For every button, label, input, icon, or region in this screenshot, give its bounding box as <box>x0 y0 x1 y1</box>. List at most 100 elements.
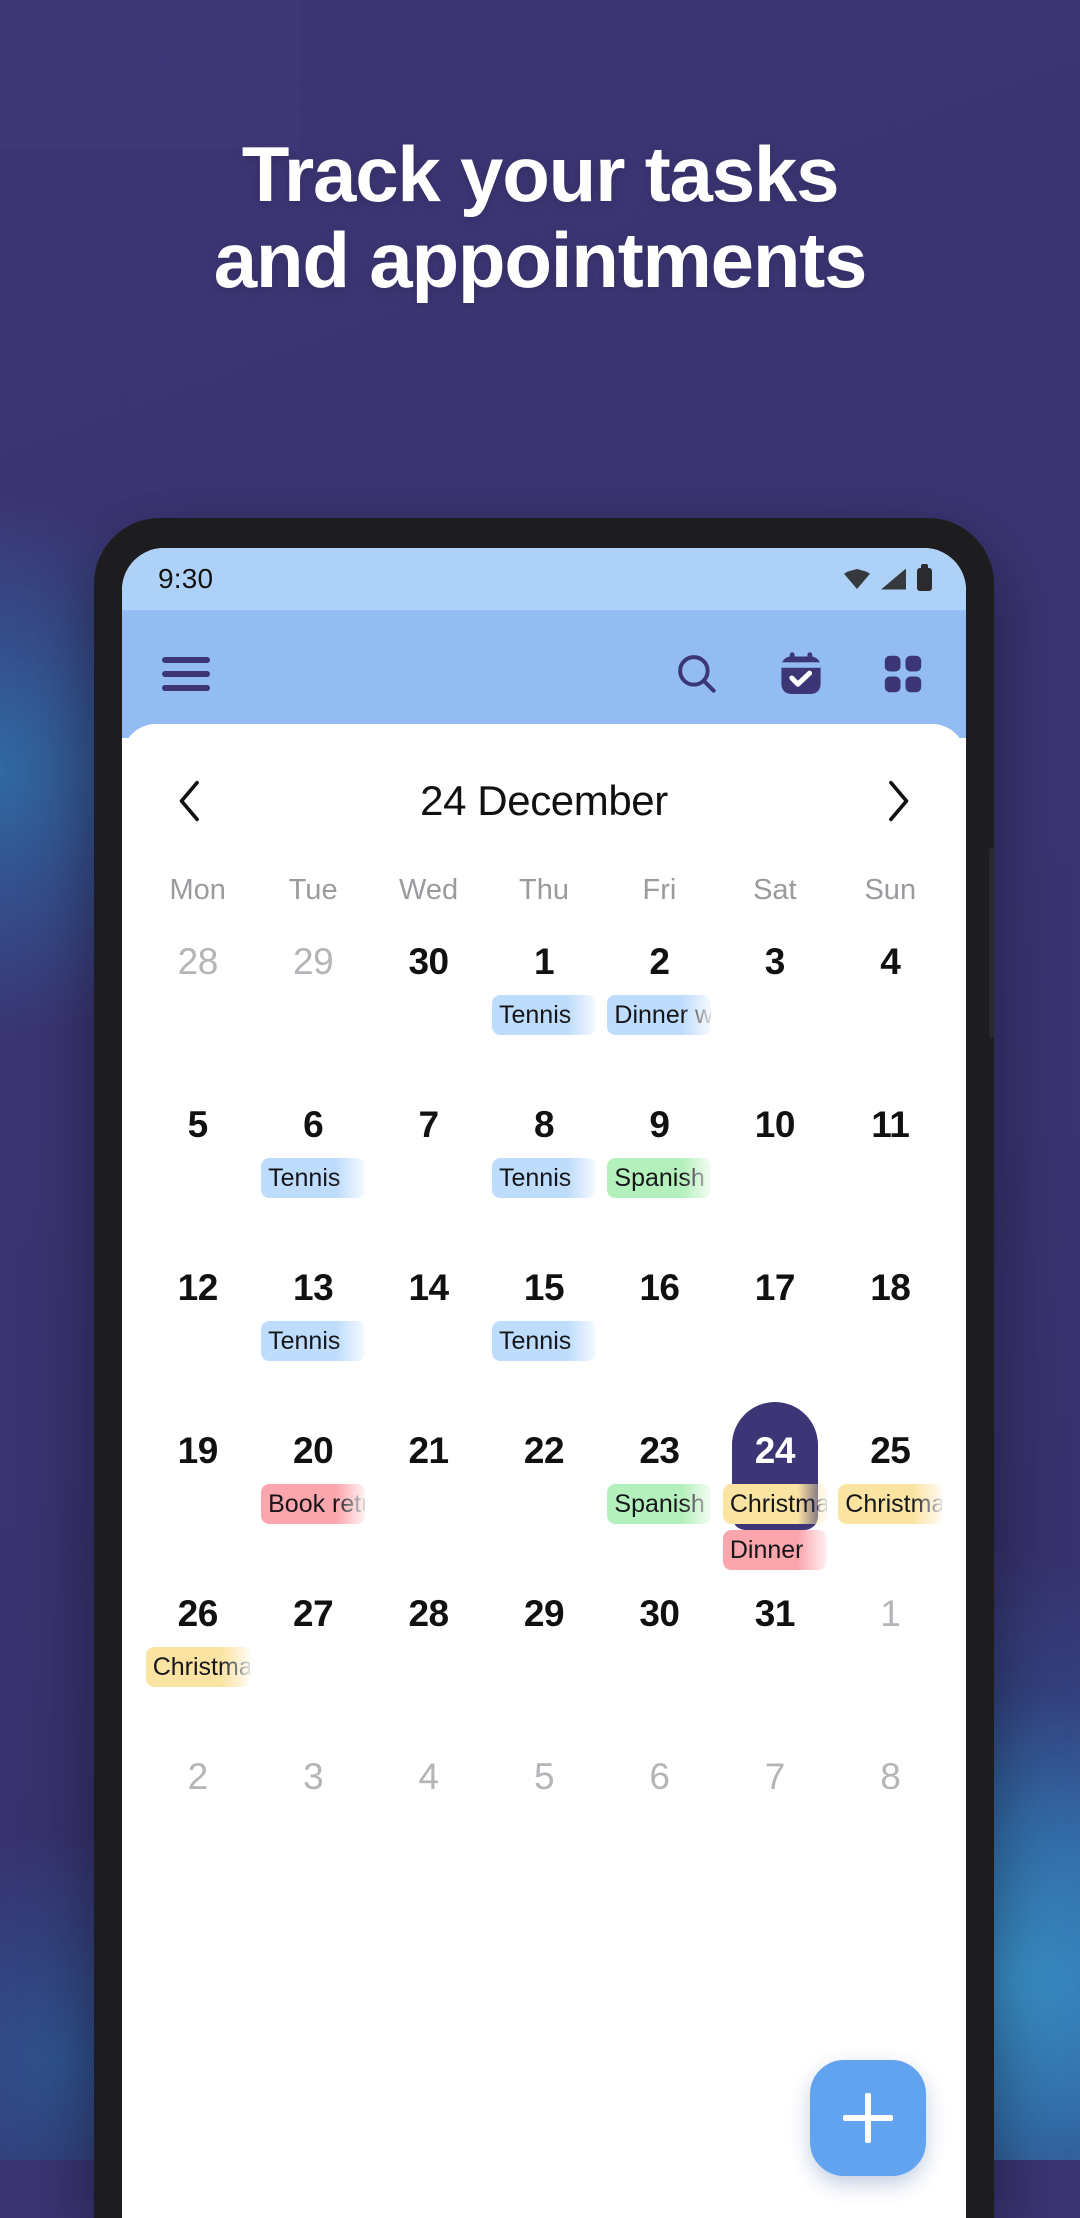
calendar-day-cell[interactable]: 23 Spanish <box>602 1412 717 1575</box>
calendar-day-cell[interactable]: 15 Tennis <box>486 1249 601 1412</box>
calendar-day-cell[interactable]: 1 Tennis <box>486 923 601 1086</box>
calendar-week-row: 26 Christmas 27 28 29 30 31 1 <box>140 1575 948 1738</box>
calendar-day-cell[interactable]: 5 <box>140 1086 255 1249</box>
calendar-day-cell[interactable]: 27 <box>255 1575 370 1738</box>
calendar-day-cell[interactable]: 9 Spanish <box>602 1086 717 1249</box>
calendar-day-cell[interactable]: 30 <box>602 1575 717 1738</box>
calendar-day-cell[interactable]: 30 <box>371 923 486 1086</box>
search-icon[interactable] <box>672 649 722 699</box>
calendar-day-cell[interactable]: 17 <box>717 1249 832 1412</box>
calendar-day-cell[interactable]: 3 <box>717 923 832 1086</box>
day-number: 17 <box>754 1267 796 1308</box>
weekday-label: Sat <box>753 874 797 906</box>
day-number: 9 <box>649 1104 670 1145</box>
calendar-day-cell[interactable]: 8 <box>833 1738 948 1901</box>
calendar-day-cell[interactable]: 29 <box>486 1575 601 1738</box>
day-number: 10 <box>754 1104 796 1145</box>
calendar-day-cell[interactable]: 5 <box>486 1738 601 1901</box>
day-number: 20 <box>293 1430 334 1471</box>
event-chip[interactable]: Spanish <box>607 1158 712 1198</box>
day-number: 2 <box>649 941 670 982</box>
battery-icon <box>917 563 932 591</box>
calendar-day-cell[interactable]: 7 <box>717 1738 832 1901</box>
day-number: 18 <box>870 1267 911 1308</box>
event-chip[interactable]: Tennis <box>261 1158 366 1198</box>
calendar-day-cell[interactable]: 10 <box>717 1086 832 1249</box>
day-number: 8 <box>533 1104 555 1145</box>
event-chip[interactable]: Christmas <box>722 1484 827 1524</box>
event-chip[interactable]: Christmas <box>838 1484 943 1524</box>
day-number: 29 <box>293 941 334 982</box>
day-number: 15 <box>523 1267 565 1308</box>
day-number: 6 <box>649 1756 670 1797</box>
day-number: 12 <box>177 1267 219 1308</box>
event-chip[interactable]: Tennis <box>491 995 596 1035</box>
day-number: 2 <box>187 1756 209 1797</box>
calendar-week-row: 28 29 30 1 Tennis 2 Dinner with 3 4 <box>140 923 948 1086</box>
calendar-day-cell[interactable]: 28 <box>371 1575 486 1738</box>
day-events: Christmas <box>833 1484 948 1524</box>
day-number: 21 <box>408 1430 449 1471</box>
calendar-day-cell[interactable]: 12 <box>140 1249 255 1412</box>
day-number: 22 <box>523 1430 565 1471</box>
calendar-day-cell[interactable]: 16 <box>602 1249 717 1412</box>
calendar-day-cell[interactable]: 3 <box>255 1738 370 1901</box>
calendar-day-cell[interactable]: 29 <box>255 923 370 1086</box>
event-chip[interactable]: Tennis <box>491 1158 596 1198</box>
day-events: Spanish <box>602 1158 717 1198</box>
menu-icon[interactable] <box>162 657 210 691</box>
weekday-label: Wed <box>399 874 459 906</box>
calendar-day-cell[interactable]: 6 <box>602 1738 717 1901</box>
calendar-day-cell[interactable]: 18 <box>833 1249 948 1412</box>
event-chip[interactable]: Dinner with <box>607 995 712 1035</box>
calendar-day-cell[interactable]: 20 Book return <box>255 1412 370 1575</box>
app-bar-actions <box>672 649 926 699</box>
event-chip[interactable]: Tennis <box>261 1321 366 1361</box>
calendar-day-cell[interactable]: 1 <box>833 1575 948 1738</box>
event-chip[interactable]: Book return <box>261 1484 366 1524</box>
day-number: 7 <box>764 1756 786 1797</box>
add-event-fab[interactable] <box>810 2060 926 2176</box>
calendar-day-cell[interactable]: 14 <box>371 1249 486 1412</box>
grid-icon[interactable] <box>880 651 926 697</box>
day-number: 13 <box>293 1267 334 1308</box>
calendar-day-cell[interactable]: 2 Dinner with <box>602 923 717 1086</box>
plus-icon <box>843 2093 893 2143</box>
calendar-day-cell[interactable]: 4 <box>371 1738 486 1901</box>
calendar-day-cell[interactable]: 7 <box>371 1086 486 1249</box>
calendar-day-cell[interactable]: 28 <box>140 923 255 1086</box>
calendar-day-cell[interactable]: 4 <box>833 923 948 1086</box>
calendar-day-cell[interactable]: 13 Tennis <box>255 1249 370 1412</box>
phone-screen: 9:30 24 December Mon Tue Wed Thu Fri Sat… <box>122 548 966 2218</box>
calendar-day-cell[interactable]: 22 <box>486 1412 601 1575</box>
calendar-day-cell[interactable]: 31 <box>717 1575 832 1738</box>
calendar-day-cell[interactable]: 8 Tennis <box>486 1086 601 1249</box>
event-chip[interactable]: Spanish <box>607 1484 712 1524</box>
day-number: 4 <box>418 1756 440 1797</box>
weekday-label: Fri <box>642 874 677 906</box>
day-number: 11 <box>871 1104 910 1145</box>
calendar-day-cell[interactable]: 6 Tennis <box>255 1086 370 1249</box>
calendar-day-cell[interactable]: 11 <box>833 1086 948 1249</box>
weekday-label: Thu <box>519 874 569 906</box>
event-chip[interactable]: Dinner <box>722 1530 827 1570</box>
calendar-check-icon[interactable] <box>776 649 826 699</box>
day-number: 4 <box>880 941 901 982</box>
day-number: 28 <box>177 941 219 982</box>
day-events: Tennis <box>486 1158 601 1198</box>
calendar-day-cell[interactable]: 2 <box>140 1738 255 1901</box>
event-chip[interactable]: Tennis <box>491 1321 596 1361</box>
background-noise-texture <box>0 0 300 150</box>
previous-month-button[interactable] <box>168 779 212 823</box>
calendar-day-cell[interactable]: 24 Christmas Dinner <box>717 1402 832 1575</box>
weekday-label: Sun <box>864 874 917 906</box>
calendar-day-cell[interactable]: 25 Christmas <box>833 1412 948 1575</box>
calendar-day-cell[interactable]: 19 <box>140 1412 255 1575</box>
event-chip[interactable]: Christmas <box>145 1647 250 1687</box>
calendar-day-cell[interactable]: 21 <box>371 1412 486 1575</box>
day-number: 3 <box>764 941 786 982</box>
day-events: Christmas <box>140 1647 255 1687</box>
calendar-day-cell[interactable]: 26 Christmas <box>140 1575 255 1738</box>
next-month-button[interactable] <box>876 779 920 823</box>
day-number: 8 <box>880 1756 901 1797</box>
